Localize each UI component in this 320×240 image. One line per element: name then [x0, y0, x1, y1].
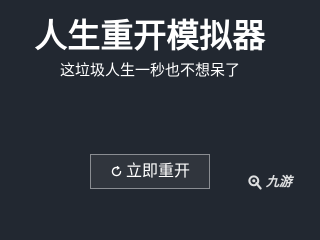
- watermark-text: 九游: [265, 174, 292, 190]
- game-title: 人生重开模拟器: [34, 16, 266, 55]
- watermark: 九游: [247, 174, 292, 191]
- restart-button[interactable]: 立即重开: [90, 154, 210, 189]
- game-start-screen: 人生重开模拟器 这垃圾人生一秒也不想呆了 立即重开 九游: [0, 0, 300, 200]
- game-subtitle: 这垃圾人生一秒也不想呆了: [59, 61, 240, 79]
- jiuyou-logo-icon: [248, 175, 262, 190]
- restart-button-label: 立即重开: [125, 162, 190, 180]
- reload-icon: [111, 165, 122, 177]
